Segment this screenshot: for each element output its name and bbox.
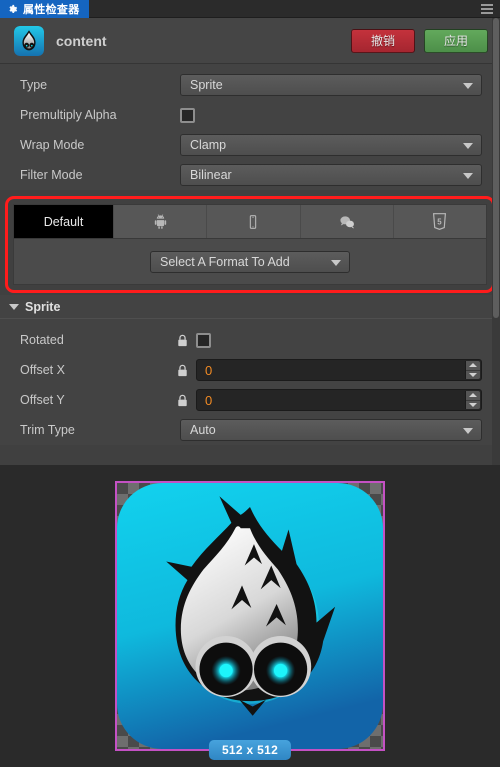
add-format-select-value: Select A Format To Add: [160, 254, 290, 269]
wechat-chat-icon: [340, 215, 354, 228]
property-label-rotated: Rotated: [20, 333, 64, 347]
asset-name: content: [56, 32, 107, 49]
property-row-trim-type: Trim Type Auto: [0, 415, 500, 445]
asset-header: content 撤销 应用: [0, 18, 500, 64]
sprite-section-header[interactable]: Sprite: [0, 295, 500, 319]
panel-scrollbar[interactable]: [492, 18, 500, 465]
lock-icon: [178, 394, 187, 406]
wrap-mode-select-value: Clamp: [190, 138, 227, 152]
titlebar: 属性检查器: [0, 0, 500, 18]
wrap-mode-select[interactable]: Clamp: [180, 134, 482, 156]
offset-x-input[interactable]: 0: [196, 359, 482, 381]
lock-icon: [178, 334, 187, 346]
chevron-down-icon: [331, 259, 341, 266]
rotated-checkbox[interactable]: [196, 332, 211, 348]
tab-property-inspector-label: 属性检查器: [23, 4, 80, 16]
property-row-rotated: Rotated: [0, 325, 500, 355]
property-row-type: Type Sprite: [0, 70, 500, 100]
cocos-creator-logo-icon: [14, 25, 44, 56]
offset-x-value: 0: [205, 362, 213, 378]
add-format-select[interactable]: Select A Format To Add: [150, 250, 350, 273]
svg-text:5: 5: [438, 217, 443, 226]
property-label-type: Type: [20, 78, 48, 92]
titlebar-spacer: [89, 0, 479, 17]
lock-icon: [178, 364, 187, 376]
offset-y-decrement[interactable]: [466, 400, 480, 409]
platform-tab-mobile[interactable]: [207, 205, 301, 238]
property-label-trim-type: Trim Type: [20, 423, 75, 437]
platform-tab-default[interactable]: Default: [14, 205, 114, 238]
format-section-highlight: Default 5 Select A Format To Add: [5, 196, 495, 293]
texture-properties: Type Sprite Premultiply Alpha Wrap Mode …: [0, 64, 500, 190]
property-label-premultiply-alpha: Premultiply Alpha: [20, 108, 117, 122]
chevron-down-icon: [463, 143, 473, 149]
sprite-section-title: Sprite: [25, 299, 61, 314]
property-label-wrap-mode: Wrap Mode: [20, 138, 85, 152]
filter-mode-select-value: Bilinear: [190, 168, 232, 182]
property-row-wrap-mode: Wrap Mode Clamp: [0, 130, 500, 160]
type-select-value: Sprite: [190, 78, 223, 92]
gear-icon: [9, 4, 18, 13]
trim-type-select[interactable]: Auto: [180, 419, 482, 441]
premultiply-alpha-checkbox[interactable]: [180, 107, 195, 123]
sprite-properties: Rotated Offset X 0 Offset Y 0 Trim Type …: [0, 319, 500, 445]
chevron-down-icon: [463, 83, 473, 89]
type-select[interactable]: Sprite: [180, 74, 482, 96]
platform-tabs: Default 5: [14, 205, 486, 239]
add-format-area: Select A Format To Add: [14, 239, 486, 284]
texture-preview-area: 512 x 512: [0, 465, 500, 767]
android-icon: [154, 214, 166, 229]
property-label-filter-mode: Filter Mode: [20, 168, 83, 182]
chevron-down-icon: [463, 173, 473, 179]
html5-icon: 5: [433, 213, 447, 230]
offset-x-stepper[interactable]: [465, 361, 480, 379]
platform-tab-html5[interactable]: 5: [393, 205, 486, 238]
panel-scrollbar-thumb[interactable]: [493, 18, 499, 318]
cocos-creator-logo-image: [117, 483, 383, 749]
texture-preview-frame: 512 x 512: [115, 481, 385, 760]
property-label-offset-y: Offset Y: [20, 393, 65, 407]
property-row-offset-x: Offset X 0: [0, 355, 500, 385]
offset-y-value: 0: [205, 392, 213, 408]
offset-y-increment[interactable]: [466, 391, 480, 401]
offset-x-increment[interactable]: [466, 361, 480, 371]
property-row-premultiply-alpha: Premultiply Alpha: [0, 100, 500, 130]
chevron-down-icon: [463, 428, 473, 434]
revert-button[interactable]: 撤销: [351, 28, 415, 53]
image-size-badge: 512 x 512: [208, 740, 292, 760]
offset-x-decrement[interactable]: [466, 370, 480, 379]
offset-y-input[interactable]: 0: [196, 389, 482, 411]
trim-type-select-value: Auto: [190, 423, 216, 437]
property-inspector-panel: 属性检查器 content 撤销 应用 Type Sprite Premulti…: [0, 0, 500, 767]
hamburger-menu-icon[interactable]: [478, 0, 500, 17]
property-row-offset-y: Offset Y 0: [0, 385, 500, 415]
property-row-filter-mode: Filter Mode Bilinear: [0, 160, 500, 190]
platform-tab-default-label: Default: [43, 214, 84, 229]
chevron-down-icon: [9, 303, 19, 310]
tab-property-inspector[interactable]: 属性检查器: [0, 0, 89, 18]
offset-y-stepper[interactable]: [465, 391, 480, 409]
platform-format-block: Default 5 Select A Format To Add: [13, 204, 487, 285]
mobile-device-icon: [250, 214, 257, 229]
platform-tab-android[interactable]: [114, 205, 208, 238]
apply-button[interactable]: 应用: [424, 28, 488, 53]
property-label-offset-x: Offset X: [20, 363, 65, 377]
filter-mode-select[interactable]: Bilinear: [180, 164, 482, 186]
platform-tab-wechat[interactable]: [300, 205, 394, 238]
